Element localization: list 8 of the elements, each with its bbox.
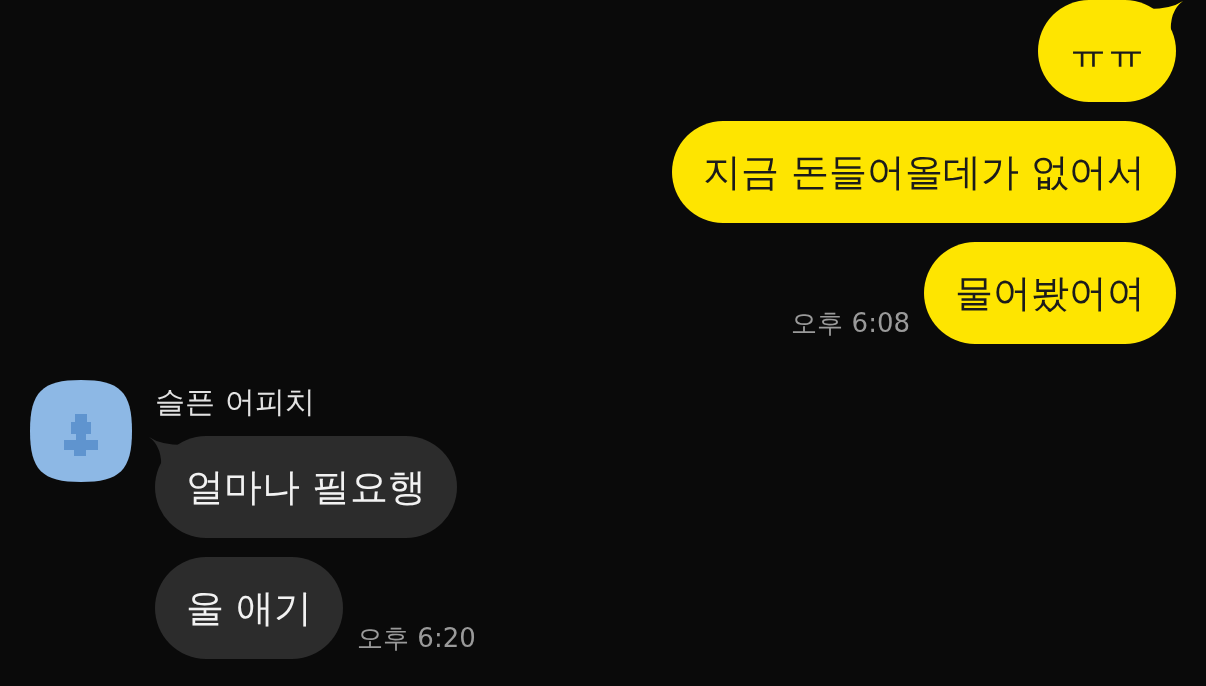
message-bubble: 지금 돈들어올데가 없어서: [671, 121, 1176, 223]
message-bubble: 얼마나 필요행: [155, 436, 458, 538]
message-time: 오후 6:20: [357, 622, 476, 655]
message-bubble: 물어봤어여: [924, 242, 1176, 344]
message-time: 오후 6:08: [791, 307, 910, 340]
message-bubble: 울 애기: [155, 557, 344, 659]
sender-name: 슬픈 어피치: [155, 383, 315, 421]
message-bubble: ㅠㅠ: [1038, 0, 1176, 102]
